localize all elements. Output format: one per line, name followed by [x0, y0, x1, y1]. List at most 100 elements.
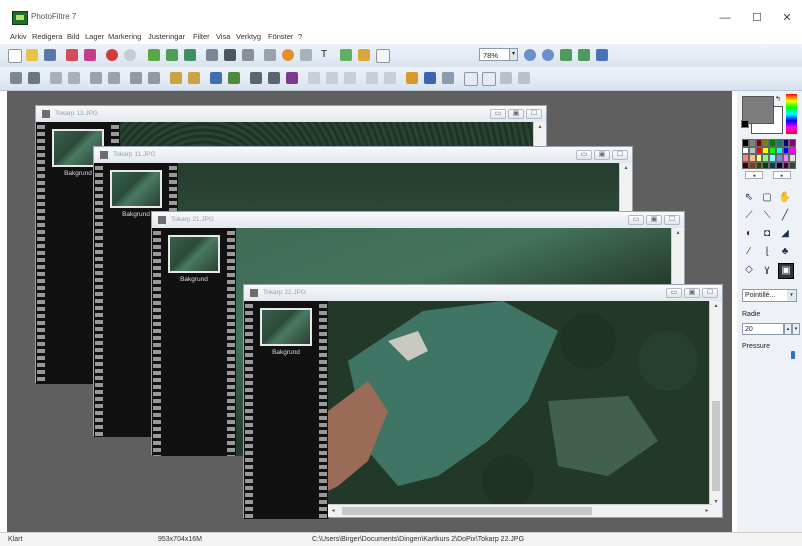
brightness-plus-icon[interactable] — [68, 72, 80, 84]
doc-minimize-button[interactable]: ▭ — [490, 109, 506, 119]
brightness-minus-icon[interactable] — [50, 72, 62, 84]
doc-minimize-button[interactable]: ▭ — [666, 288, 682, 298]
radius-input[interactable]: 20 — [742, 323, 784, 335]
gif-animator-icon[interactable] — [482, 72, 496, 86]
document-image[interactable] — [328, 301, 712, 507]
document-title-bar[interactable]: Tokarp 11.JPG ▭ ▣ ☐ — [94, 147, 632, 163]
grayscale-icon[interactable] — [250, 72, 262, 84]
brush-style-select[interactable]: Pointillé... ▾ — [742, 289, 797, 302]
default-colors-icon[interactable] — [741, 120, 749, 128]
print-icon[interactable] — [66, 49, 78, 61]
selection-icon[interactable] — [300, 49, 312, 61]
horizontal-scroll-thumb[interactable] — [342, 507, 592, 515]
saturation-plus-icon[interactable] — [148, 72, 160, 84]
color-spectrum[interactable] — [786, 94, 797, 134]
doc-restore-button[interactable]: ▣ — [508, 109, 524, 119]
redo-icon[interactable] — [124, 49, 136, 61]
doc-close-button[interactable]: ☐ — [612, 150, 628, 160]
contrast-plus-icon[interactable] — [108, 72, 120, 84]
menu-lager[interactable]: Lager — [85, 32, 104, 41]
radius-decrement-button[interactable]: ▾ — [792, 323, 800, 335]
color-picker-icon[interactable] — [358, 49, 370, 61]
magic-wand-icon[interactable] — [340, 49, 352, 61]
scroll-left-arrow[interactable]: ◂ — [328, 505, 338, 517]
doc-restore-button[interactable]: ▣ — [646, 215, 662, 225]
radius-increment-button[interactable]: ▴ — [784, 323, 792, 335]
auto-levels-icon[interactable] — [10, 72, 22, 84]
scroll-right-arrow[interactable]: ▸ — [702, 505, 712, 517]
document-title-bar[interactable]: Tokarp 21.JPG ▭ ▣ ☐ — [152, 212, 684, 228]
palette-prev-button[interactable]: ◂ — [745, 171, 763, 179]
menu-help[interactable]: ? — [298, 32, 302, 41]
doc-restore-button[interactable]: ▣ — [594, 150, 610, 160]
monitor-icon[interactable] — [596, 49, 608, 61]
layer-thumbnail[interactable] — [110, 170, 162, 208]
line-tool-icon[interactable]: ╱ — [778, 209, 792, 223]
menu-redigera[interactable]: Redigera — [32, 32, 62, 41]
brush-tool-icon[interactable]: ∕ — [742, 245, 756, 259]
hand-tool-icon[interactable]: ✋ — [778, 191, 792, 205]
open-folder-icon[interactable] — [26, 49, 38, 61]
fullscreen-icon[interactable] — [376, 49, 390, 63]
scroll-up-arrow[interactable]: ▴ — [672, 228, 684, 238]
sepia-icon[interactable] — [268, 72, 280, 84]
flip-horizontal-icon[interactable] — [308, 72, 320, 84]
blur-icon[interactable] — [210, 72, 222, 84]
chevron-down-icon[interactable]: ▾ — [509, 48, 518, 61]
doc-minimize-button[interactable]: ▭ — [628, 215, 644, 225]
flip-icon[interactable] — [282, 49, 294, 61]
doc-restore-button[interactable]: ▣ — [684, 288, 700, 298]
vertical-scroll-thumb[interactable] — [712, 401, 720, 491]
spray-tool-icon[interactable]: ◘ — [760, 227, 774, 241]
frame-icon[interactable] — [406, 72, 418, 84]
magic-wand-tool-icon[interactable]: ⟍ — [760, 209, 774, 223]
doc-minimize-button[interactable]: ▭ — [576, 150, 592, 160]
crop-icon[interactable] — [242, 49, 254, 61]
color-palette[interactable] — [742, 139, 796, 169]
document-title-bar[interactable]: Tokarp 22.JPG ▭ ▣ ☐ — [244, 285, 722, 301]
auto-contrast-icon[interactable] — [28, 72, 40, 84]
rotate-180-icon[interactable] — [384, 72, 396, 84]
paste-icon[interactable] — [184, 49, 196, 61]
canvas-size-icon[interactable] — [224, 49, 236, 61]
horizontal-scrollbar[interactable]: ◂ ▸ — [328, 504, 712, 517]
blur-tool-icon[interactable]: ◇ — [742, 263, 756, 277]
sharpen-icon[interactable] — [228, 72, 240, 84]
menu-bild[interactable]: Bild — [67, 32, 80, 41]
transform-icon[interactable] — [264, 49, 276, 61]
actual-size-icon[interactable] — [560, 49, 572, 61]
pressure-slider[interactable] — [791, 351, 795, 359]
rotate-right-icon[interactable] — [366, 72, 378, 84]
menu-markering[interactable]: Markering — [108, 32, 141, 41]
pointer-tool-icon[interactable]: ⇖ — [742, 191, 756, 205]
menu-filter[interactable]: Filter — [193, 32, 210, 41]
plugin-icon[interactable] — [500, 72, 512, 84]
document-window-tokarp-22[interactable]: Tokarp 22.JPG ▭ ▣ ☐ Bakgrund ▴ ▾ ◂ ▸ — [243, 284, 723, 519]
saturation-minus-icon[interactable] — [130, 72, 142, 84]
advanced-brush-tool-icon[interactable]: ɭ — [760, 245, 774, 259]
copy-icon[interactable] — [166, 49, 178, 61]
vertical-scrollbar[interactable]: ▴ ▾ — [709, 301, 722, 507]
rotate-left-icon[interactable] — [344, 72, 356, 84]
zoom-out-icon[interactable] — [542, 49, 554, 61]
layer-thumbnail[interactable] — [168, 235, 220, 273]
scroll-up-arrow[interactable]: ▴ — [534, 122, 546, 132]
chevron-down-icon[interactable]: ▾ — [787, 290, 796, 301]
smudge-tool-icon[interactable]: ɣ — [760, 263, 774, 277]
document-title-bar[interactable]: Tokarp 13.JPG ▭ ▣ ☐ — [36, 106, 546, 122]
layer-thumbnail[interactable] — [260, 308, 312, 346]
fill-tool-icon[interactable]: ◐ — [742, 227, 756, 241]
doc-close-button[interactable]: ☐ — [526, 109, 542, 119]
clone-stamp-tool-icon[interactable]: ♣ — [778, 245, 792, 259]
text-tool-icon[interactable]: T — [318, 49, 330, 61]
new-file-icon[interactable] — [8, 49, 22, 63]
contrast-minus-icon[interactable] — [90, 72, 102, 84]
cut-icon[interactable] — [148, 49, 160, 61]
doc-close-button[interactable]: ☐ — [664, 215, 680, 225]
batch-icon[interactable] — [464, 72, 478, 86]
flip-vertical-icon[interactable] — [326, 72, 338, 84]
maximize-button[interactable]: ☐ — [740, 8, 774, 28]
selection-tool-icon[interactable]: ▢ — [760, 191, 774, 205]
gamma-plus-icon[interactable] — [188, 72, 200, 84]
close-button[interactable]: ✕ — [770, 8, 802, 28]
